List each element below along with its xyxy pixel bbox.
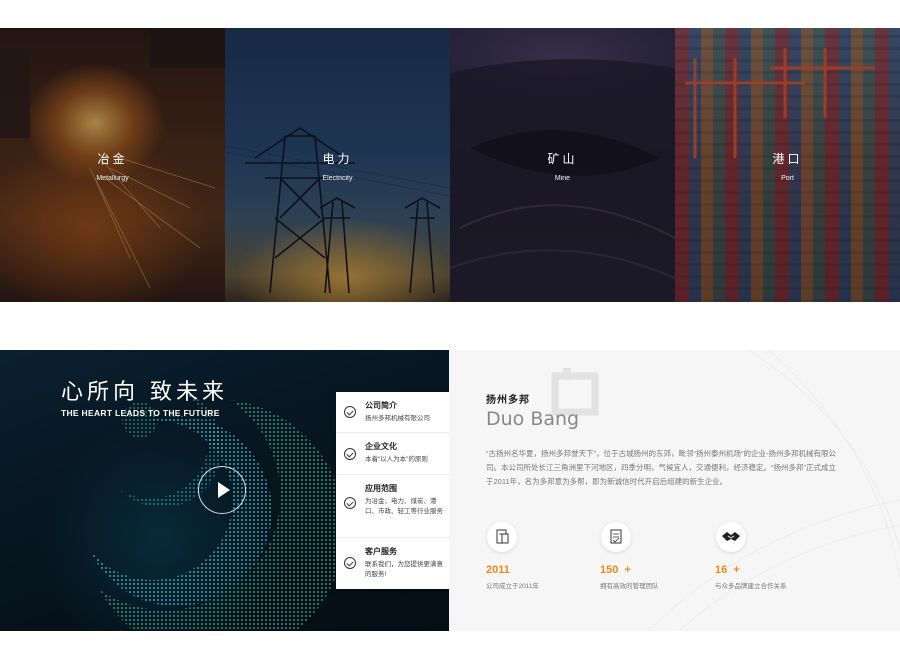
- menu-item-desc: 为冶金、电力、煤炭、港口、市政、轻工等行业服务: [365, 498, 443, 515]
- menu-item-scope[interactable]: 应用范围 为冶金、电力、煤炭、港口、市政、轻工等行业服务: [336, 475, 449, 538]
- tile-label: 矿山 Mine: [450, 150, 675, 182]
- company-menu: 公司简介 扬州多邦机械有限公司 企业文化 本着“以人为本”的原则 应用范围 为冶…: [336, 392, 449, 589]
- handshake-icon: [716, 522, 746, 552]
- stat-team: 150 + 拥有高效的管理团队: [600, 522, 710, 590]
- menu-item-desc: 本着“以人为本”的原则: [365, 456, 428, 463]
- stat-label: 公司成立于2011年: [486, 583, 539, 590]
- about-panel: 扬州多邦 Duo Bang “古扬州名华夏，扬州多邦誉天下”，位于古城扬州的东郊…: [449, 350, 900, 631]
- industry-tile-electricity[interactable]: 电力 Electricity: [225, 28, 450, 302]
- menu-item-desc: 扬州多邦机械有限公司: [365, 415, 430, 422]
- menu-item-title: 客户服务: [365, 547, 397, 556]
- stat-founded: 2011 公司成立于2011年: [486, 522, 596, 590]
- stat-number: 150 +: [600, 564, 631, 576]
- tile-label: 港口 Port: [675, 150, 900, 182]
- tile-label: 冶金 Metallurgy: [0, 150, 225, 182]
- tile-title: 港口: [772, 152, 803, 166]
- stat-partners: 16 + 与众多品牌建立合作关系: [715, 522, 825, 590]
- menu-item-title: 应用范围: [365, 484, 397, 493]
- play-icon: [218, 482, 230, 498]
- promo-subtitle: THE HEART LEADS TO THE FUTURE: [61, 408, 220, 418]
- clipboard-icon-shape: [610, 529, 622, 544]
- tile-subtitle: Mine: [554, 175, 571, 182]
- check-circle-icon: [344, 448, 356, 460]
- menu-item-title: 公司简介: [365, 401, 397, 410]
- check-circle-icon: [344, 497, 356, 509]
- stat-number: 2011: [486, 564, 510, 576]
- handshake-icon-shape: [722, 532, 740, 541]
- document-icon: [487, 522, 517, 552]
- check-circle-icon: [344, 406, 356, 418]
- play-video-button[interactable]: [198, 466, 246, 514]
- tile-label: 电力 Electricity: [225, 150, 450, 182]
- industry-tile-port[interactable]: 港口 Port: [675, 28, 900, 302]
- clipboard-icon: [601, 522, 631, 552]
- menu-item-profile[interactable]: 公司简介 扬州多邦机械有限公司: [336, 392, 449, 433]
- company-stats: 2011 公司成立于2011年 150 + 拥有高效的管理团队 16 + 与众多…: [486, 522, 846, 602]
- tile-title: 电力: [322, 152, 353, 166]
- about-title-cn: 扬州多邦: [486, 395, 530, 406]
- check-circle-icon: [344, 557, 356, 569]
- promo-video-panel: 心所向 致未来 THE HEART LEADS TO THE FUTURE 公司…: [0, 350, 449, 631]
- tile-title: 矿山: [547, 152, 578, 166]
- top-spacer: [0, 0, 900, 28]
- promo-title: 心所向 致未来: [61, 380, 228, 405]
- company-section: 心所向 致未来 THE HEART LEADS TO THE FUTURE 公司…: [0, 350, 900, 631]
- menu-item-service[interactable]: 客户服务 联系我们，为您提供更满意的服务!: [336, 538, 449, 589]
- stat-number: 16 +: [715, 564, 740, 576]
- tile-title: 冶金: [97, 152, 128, 166]
- about-description: “古扬州名华夏，扬州多邦誉天下”，位于古城扬州的东郊，毗邻“扬州泰州机场”的企业…: [486, 449, 836, 486]
- tile-subtitle: Electricity: [322, 175, 353, 182]
- stat-label: 与众多品牌建立合作关系: [715, 583, 787, 590]
- industry-tiles: 冶金 Metallurgy 电力 Electricity 矿山 Mine 港口 …: [0, 28, 900, 302]
- menu-item-culture[interactable]: 企业文化 本着“以人为本”的原则: [336, 433, 449, 475]
- industry-tile-mine[interactable]: 矿山 Mine: [450, 28, 675, 302]
- document-icon-shape: [496, 529, 509, 544]
- tile-subtitle: Port: [781, 175, 794, 182]
- menu-item-desc: 联系我们，为您提供更满意的服务!: [365, 561, 443, 578]
- tile-subtitle: Metallurgy: [96, 175, 129, 182]
- menu-item-title: 企业文化: [365, 442, 397, 451]
- stat-label: 拥有高效的管理团队: [600, 583, 659, 590]
- industry-tile-metallurgy[interactable]: 冶金 Metallurgy: [0, 28, 225, 302]
- about-title-en: Duo Bang: [486, 408, 580, 430]
